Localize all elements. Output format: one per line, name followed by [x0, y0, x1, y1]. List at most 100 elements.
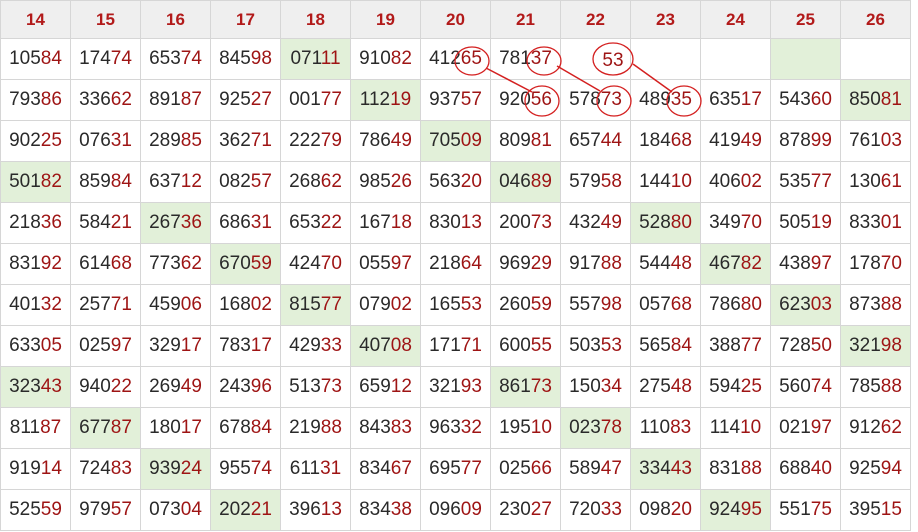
number-prefix: 525 [9, 499, 41, 520]
result-cell: 21988 [280, 407, 351, 449]
column-header: 15 [70, 0, 141, 39]
result-row: 81187 67787 18017 67884 21988 84383 96332 19510… [0, 407, 911, 449]
result-cell: 63712 [140, 161, 211, 203]
result-cell: 91262 [840, 407, 911, 449]
result-cell: 18468 [630, 120, 701, 162]
result-cell: 89187 [140, 79, 211, 121]
result-cell: 93924 [140, 448, 211, 490]
result-cell: 78680 [700, 284, 771, 326]
result-cell: 63305 [0, 325, 71, 367]
result-cell: 36271 [210, 120, 281, 162]
number-prefix: 321 [429, 376, 461, 397]
result-cell: 32193 [420, 366, 491, 408]
result-cell: 11083 [630, 407, 701, 449]
number-last-two-digits: 37 [530, 48, 552, 69]
result-cell: 84598 [210, 38, 281, 80]
number-prefix: 873 [849, 294, 881, 315]
number-last-two-digits: 70 [740, 212, 762, 233]
result-cell: 07631 [70, 120, 141, 162]
number-prefix: 323 [9, 376, 41, 397]
result-cell: 10584 [0, 38, 71, 80]
number-prefix: 657 [569, 130, 601, 151]
result-cell: 38877 [700, 325, 771, 367]
result-cell: 92594 [840, 448, 911, 490]
number-prefix: 419 [709, 130, 741, 151]
number-prefix: 815 [289, 294, 321, 315]
number-prefix: 001 [289, 89, 321, 110]
number-prefix: 202 [219, 499, 251, 520]
number-last-two-digits: 83 [390, 417, 412, 438]
number-last-two-digits: 98 [880, 335, 902, 356]
number-prefix: 963 [429, 417, 461, 438]
number-prefix: 168 [219, 294, 251, 315]
number-prefix: 543 [779, 89, 811, 110]
number-last-two-digits: 88 [880, 294, 902, 315]
result-cell: 42933 [280, 325, 351, 367]
column-header: 25 [770, 0, 841, 39]
number-last-two-digits: 88 [880, 376, 902, 397]
number-last-two-digits: 32 [40, 294, 62, 315]
number-last-two-digits: 78 [600, 417, 622, 438]
result-cell: 70509 [420, 120, 491, 162]
number-prefix: 269 [149, 376, 181, 397]
result-cell: 32917 [140, 325, 211, 367]
result-cell: 39515 [840, 489, 911, 531]
number-last-two-digits: 49 [740, 130, 762, 151]
result-cell: 78317 [210, 325, 281, 367]
number-last-two-digits: 57 [460, 89, 482, 110]
number-last-two-digits: 15 [880, 499, 902, 520]
number-prefix: 830 [429, 212, 461, 233]
result-cell: 83192 [0, 243, 71, 285]
number-last-two-digits: 53 [460, 294, 482, 315]
number-prefix: 861 [499, 376, 531, 397]
number-prefix: 467 [709, 253, 741, 274]
number-last-two-digits: 55 [530, 335, 552, 356]
number-prefix: 388 [709, 335, 741, 356]
number-last-two-digits: 21 [250, 499, 272, 520]
result-cell: 17870 [840, 243, 911, 285]
result-cell: 09609 [420, 489, 491, 531]
number-last-two-digits: 71 [110, 294, 132, 315]
result-cell: 07111 [280, 38, 351, 80]
number-prefix: 761 [849, 130, 881, 151]
result-cell [700, 38, 771, 80]
result-cell: 34970 [700, 202, 771, 244]
result-cell: 17474 [70, 38, 141, 80]
result-cell: 83188 [700, 448, 771, 490]
result-cell: 97957 [70, 489, 141, 531]
number-prefix: 334 [639, 458, 671, 479]
result-cell: 50182 [0, 161, 71, 203]
number-prefix: 218 [429, 253, 461, 274]
number-last-two-digits: 77 [460, 458, 482, 479]
number-last-two-digits: 12 [390, 376, 412, 397]
number-last-two-digits: 67 [390, 458, 412, 479]
number-last-two-digits: 73 [530, 376, 552, 397]
result-cell: 56584 [630, 325, 701, 367]
result-cell: 05597 [350, 243, 421, 285]
number-last-two-digits: 98 [600, 294, 622, 315]
number-last-two-digits: 49 [600, 212, 622, 233]
result-cell: 91914 [0, 448, 71, 490]
number-last-two-digits: 83 [670, 417, 692, 438]
column-header: 18 [280, 0, 351, 39]
number-prefix: 614 [79, 253, 111, 274]
number-last-two-digits: 59 [40, 499, 62, 520]
number-last-two-digits: 93 [460, 376, 482, 397]
result-cell: 93757 [420, 79, 491, 121]
number-last-two-digits: 77 [810, 171, 832, 192]
number-prefix: 859 [79, 171, 111, 192]
number-prefix: 793 [9, 89, 41, 110]
number-prefix: 633 [9, 335, 41, 356]
number-last-two-digits: 04 [180, 499, 202, 520]
number-prefix: 180 [149, 417, 181, 438]
number-prefix: 600 [499, 335, 531, 356]
number-last-two-digits: 66 [530, 458, 552, 479]
number-prefix: 985 [359, 171, 391, 192]
number-last-two-digits: 12 [180, 171, 202, 192]
number-last-two-digits: 05 [40, 335, 62, 356]
number-last-two-digits: 10 [530, 417, 552, 438]
result-cell: 22279 [280, 120, 351, 162]
number-prefix: 329 [149, 335, 181, 356]
number-last-two-digits: 49 [390, 130, 412, 151]
number-last-two-digits: 89 [530, 171, 552, 192]
